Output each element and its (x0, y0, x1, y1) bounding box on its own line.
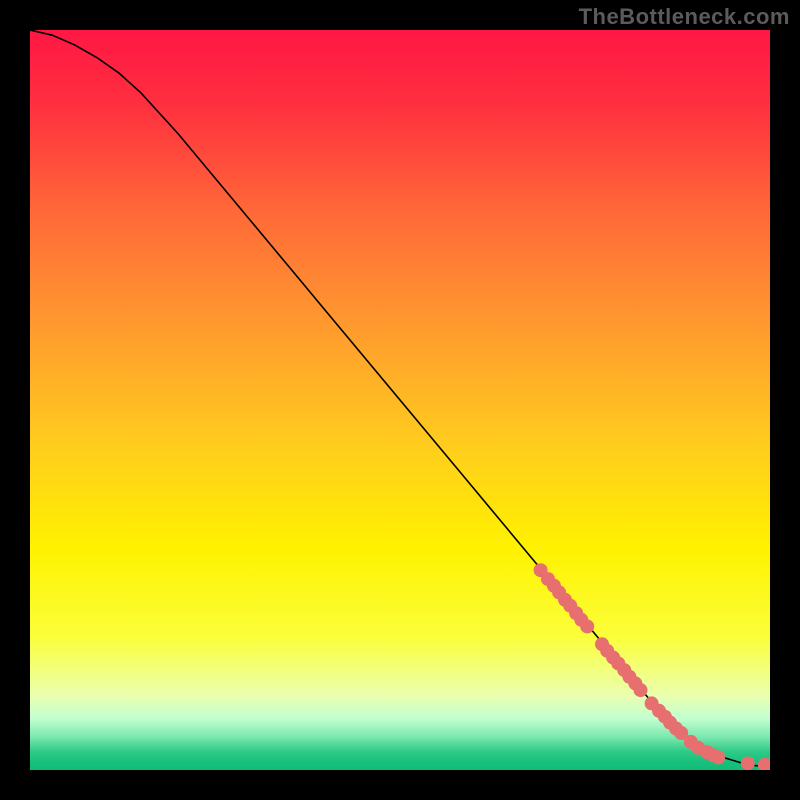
chart-plot (30, 30, 770, 770)
chart-frame: TheBottleneck.com (0, 0, 800, 800)
attribution-label: TheBottleneck.com (579, 4, 790, 30)
data-marker (741, 756, 755, 770)
data-marker (580, 619, 594, 633)
data-marker (711, 750, 725, 764)
data-marker (634, 683, 648, 697)
